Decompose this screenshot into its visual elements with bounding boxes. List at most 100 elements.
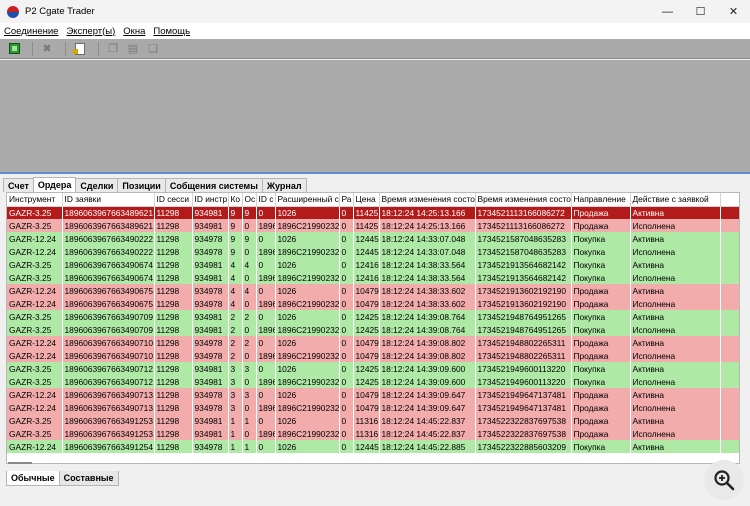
tab-deals[interactable]: Сделки <box>75 178 119 192</box>
column-header[interactable]: Ра <box>339 193 354 207</box>
table-row[interactable]: GAZR-12.24 1896063967663490710 11298 934978… <box>7 336 739 349</box>
table-cell: 0 <box>339 323 354 336</box>
tab-orders[interactable]: Ордера <box>32 177 77 193</box>
tab-positions[interactable]: Позиции <box>117 178 166 192</box>
table-cell: 4 <box>228 297 243 310</box>
connect-button[interactable] <box>6 41 22 57</box>
table-cell: 0 <box>256 284 276 297</box>
table-cell: 0 <box>339 401 354 414</box>
column-header[interactable]: Инструмент <box>7 193 63 207</box>
table-cell: GAZR-3.25 <box>7 323 63 336</box>
table-cell: GAZR-12.24 <box>7 245 63 258</box>
table-cell: 0 <box>339 284 354 297</box>
print-button[interactable]: ▤ <box>125 41 141 57</box>
table-row[interactable]: GAZR-12.24 1896063967663490675 11298 934978… <box>7 284 739 297</box>
column-header[interactable]: ID инстр <box>192 193 229 207</box>
table-cell: Продажа <box>571 297 631 310</box>
column-header[interactable]: Время изменения состо <box>379 193 476 207</box>
new-document-button[interactable] <box>72 41 88 57</box>
table-row[interactable]: GAZR-3.25 1896063967663490712 11298 934981 3… <box>7 375 739 388</box>
table-cell: 1896063967663490712 <box>62 375 155 388</box>
table-cell: 18960 <box>256 323 276 336</box>
tab-account[interactable]: Счет <box>3 178 34 192</box>
table-row[interactable]: GAZR-3.25 1896063967663491253 11298 934981 1… <box>7 427 739 440</box>
table-cell: 11298 <box>154 336 193 349</box>
column-header[interactable]: Цена <box>353 193 380 207</box>
table-cell: 1896063967663490710 <box>62 349 155 362</box>
tab-regular[interactable]: Обычные <box>6 471 60 486</box>
close-icon[interactable]: ✕ <box>717 0 750 23</box>
table-cell: 2 <box>228 310 243 323</box>
tab-journal[interactable]: Журнал <box>261 178 307 192</box>
tab-system-messages[interactable]: Собщения системы <box>164 178 263 192</box>
menu-help[interactable]: Помощь <box>153 26 190 37</box>
tools-button[interactable]: ✖ <box>39 41 55 57</box>
table-cell: 0 <box>339 232 354 245</box>
table-row[interactable]: GAZR-3.25 1896063967663490709 11298 934981 2… <box>7 310 739 323</box>
table-cell: GAZR-3.25 <box>7 362 63 375</box>
table-cell: Активна <box>630 388 721 401</box>
table-cell: 4 <box>228 258 243 271</box>
table-cell: 1896C2199023255554 <box>275 271 340 284</box>
column-header[interactable]: ID с <box>256 193 276 207</box>
column-header[interactable]: Время изменения состо <box>475 193 572 207</box>
horizontal-scrollbar[interactable] <box>8 462 32 464</box>
table-cell: Покупка <box>571 310 631 323</box>
table-cell: 1896C2199023255554 <box>275 349 340 362</box>
table-cell: 1 <box>228 427 243 440</box>
table-cell: 1896063967663490713 <box>62 388 155 401</box>
table-cell: GAZR-12.24 <box>7 440 63 453</box>
table-cell: 12425 <box>353 323 380 336</box>
table-row[interactable]: GAZR-3.25 1896063967663490709 11298 934981 2… <box>7 323 739 336</box>
column-header[interactable]: Расширенный с <box>275 193 340 207</box>
table-row[interactable]: GAZR-12.24 1896063967663490710 11298 934978… <box>7 349 739 362</box>
copy-button[interactable]: ❐ <box>105 41 121 57</box>
column-header[interactable]: Действие с заявкой <box>630 193 721 207</box>
table-cell: 11298 <box>154 440 193 453</box>
paste-button[interactable]: ❑ <box>145 41 161 57</box>
table-cell: 11298 <box>154 349 193 362</box>
table-cell-spare <box>720 297 739 310</box>
table-row[interactable]: GAZR-3.25 1896063967663489621 11298 934981 9… <box>7 219 739 232</box>
table-cell: 0 <box>256 232 276 245</box>
orders-table[interactable]: Инструмент ID заявки ID сесси ID инстр Ко Ос I… <box>6 192 740 464</box>
column-header[interactable]: Ко <box>228 193 243 207</box>
menu-connection[interactable]: Соединение <box>4 26 58 37</box>
table-cell: 11298 <box>154 375 193 388</box>
table-cell: 1896063967663490709 <box>62 323 155 336</box>
table-row[interactable]: GAZR-3.25 1896063967663490674 11298 934981 4… <box>7 258 739 271</box>
table-cell: 0 <box>256 310 276 323</box>
table-row[interactable]: GAZR-12.24 1896063967663491254 11298 934978… <box>7 440 739 453</box>
menu-experts[interactable]: Эксперт(ы) <box>66 26 115 37</box>
table-cell: 0 <box>339 271 354 284</box>
tab-composite[interactable]: Составные <box>58 471 119 486</box>
table-cell: 934978 <box>192 297 229 310</box>
menu-windows[interactable]: Окна <box>123 26 145 37</box>
column-header[interactable]: Направление <box>571 193 631 207</box>
table-cell: 18:12:24 14:33:07.048 <box>379 245 476 258</box>
table-cell: 12445 <box>353 440 380 453</box>
column-header[interactable]: Ос <box>242 193 257 207</box>
table-row[interactable]: GAZR-3.25 1896063967663489621 11298 934981 9… <box>7 206 739 219</box>
table-row[interactable]: GAZR-3.25 1896063967663491253 11298 934981 1… <box>7 414 739 427</box>
table-row[interactable]: GAZR-12.24 1896063967663490222 11298 934978… <box>7 245 739 258</box>
table-row[interactable]: GAZR-12.24 1896063967663490675 11298 934978… <box>7 297 739 310</box>
table-row[interactable]: GAZR-12.24 1896063967663490713 11298 934978… <box>7 401 739 414</box>
table-cell: 12416 <box>353 271 380 284</box>
table-cell: 1896C2199023255554 <box>275 375 340 388</box>
column-header[interactable]: ID заявки <box>62 193 155 207</box>
app-logo-icon <box>7 5 19 18</box>
table-row[interactable]: GAZR-3.25 1896063967663490712 11298 934981 3… <box>7 362 739 375</box>
table-row[interactable]: GAZR-12.24 1896063967663490713 11298 934978… <box>7 388 739 401</box>
maximize-icon[interactable]: ☐ <box>684 0 717 23</box>
zoom-button[interactable] <box>704 460 744 500</box>
table-cell: 18:12:24 14:38:33.564 <box>379 271 476 284</box>
table-cell: 1026 <box>275 414 340 427</box>
table-cell: GAZR-3.25 <box>7 258 63 271</box>
table-row[interactable]: GAZR-3.25 1896063967663490674 11298 934981 4… <box>7 271 739 284</box>
column-header[interactable]: ID сесси <box>154 193 193 207</box>
minimize-icon[interactable]: — <box>651 0 684 23</box>
table-cell: 18:12:24 14:39:08.802 <box>379 336 476 349</box>
table-cell: 4 <box>228 271 243 284</box>
table-row[interactable]: GAZR-12.24 1896063967663490222 11298 934978… <box>7 232 739 245</box>
